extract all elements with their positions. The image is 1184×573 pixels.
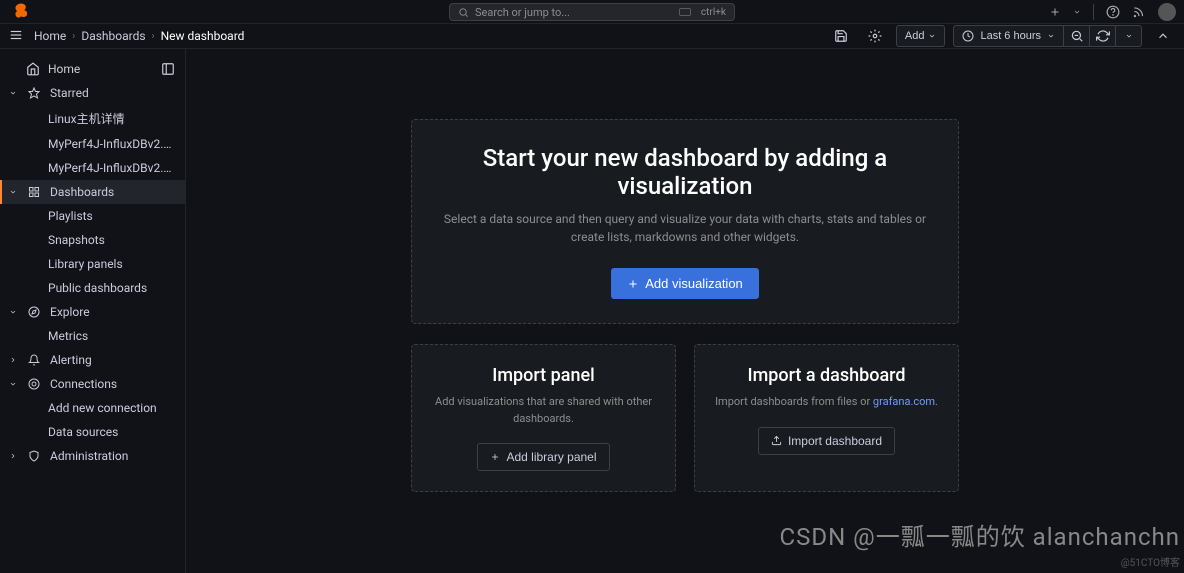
- sidebar-dashboards-item[interactable]: Playlists: [0, 204, 185, 228]
- search-icon: [458, 7, 469, 18]
- watermark-line2: @51CTO博客: [1121, 554, 1180, 569]
- sidebar-explore-item[interactable]: Metrics: [0, 324, 185, 348]
- sidebar: Home Starred Linux主机详情 MyPerf4J-InfluxDB…: [0, 49, 186, 573]
- news-icon[interactable]: [1132, 5, 1146, 19]
- watermark-line1: CSDN @一瓢一瓢的饮 alanchanchn: [779, 517, 1180, 552]
- time-range-button[interactable]: Last 6 hours: [953, 25, 1064, 47]
- add-library-panel-button[interactable]: Add library panel: [477, 443, 609, 471]
- chevron-up-icon: [1156, 29, 1170, 43]
- import-panel-desc: Add visualizations that are shared with …: [428, 394, 659, 427]
- save-button[interactable]: [828, 25, 854, 47]
- zoom-out-button[interactable]: [1064, 25, 1090, 47]
- chevron-down-icon: [1047, 32, 1055, 40]
- import-dashboard-button[interactable]: Import dashboard: [758, 427, 895, 455]
- divider: [1093, 4, 1094, 20]
- sidebar-starred-item[interactable]: MyPerf4J-InfluxDBv2.x-JVM: [0, 132, 185, 156]
- sidebar-starred-item[interactable]: MyPerf4J-InfluxDBv2.x-Met...: [0, 156, 185, 180]
- hamburger-icon: [8, 28, 24, 42]
- import-panel-title: Import panel: [428, 365, 659, 386]
- search-shortcut: ctrl+k: [679, 7, 726, 18]
- chevron-down-icon: [9, 308, 17, 316]
- breadcrumb: Home › Dashboards › New dashboard: [34, 29, 244, 43]
- start-card: Start your new dashboard by adding a vis…: [411, 119, 959, 324]
- star-icon: [28, 87, 40, 99]
- breadcrumb-current: New dashboard: [161, 29, 245, 43]
- plug-icon: [28, 378, 40, 390]
- settings-button[interactable]: [862, 25, 888, 47]
- sidebar-item-administration[interactable]: Administration: [0, 444, 185, 468]
- start-title: Start your new dashboard by adding a vis…: [442, 144, 928, 200]
- sidebar-connections-item[interactable]: Add new connection: [0, 396, 185, 420]
- dashboards-icon: [28, 186, 40, 198]
- compass-icon: [28, 306, 40, 318]
- bell-icon: [28, 354, 40, 366]
- chevron-down-icon: [9, 89, 17, 97]
- help-icon[interactable]: [1106, 5, 1120, 19]
- dock-icon[interactable]: [161, 62, 175, 76]
- sidebar-item-alerting[interactable]: Alerting: [0, 348, 185, 372]
- chevron-down-icon: [1125, 32, 1133, 40]
- import-panel-card: Import panel Add visualizations that are…: [411, 344, 676, 492]
- gear-icon: [868, 29, 882, 43]
- sidebar-item-home[interactable]: Home: [0, 57, 185, 81]
- sidebar-dashboards-item[interactable]: Library panels: [0, 252, 185, 276]
- import-dashboard-desc: Import dashboards from files or grafana.…: [711, 394, 942, 411]
- sidebar-item-connections[interactable]: Connections: [0, 372, 185, 396]
- upload-icon: [771, 435, 782, 446]
- home-icon: [26, 62, 40, 76]
- sidebar-dashboards-item[interactable]: Snapshots: [0, 228, 185, 252]
- add-visualization-button[interactable]: Add visualization: [611, 268, 759, 299]
- shield-icon: [28, 450, 40, 462]
- import-dashboard-title: Import a dashboard: [711, 365, 942, 386]
- sidebar-item-starred[interactable]: Starred: [0, 81, 185, 105]
- save-icon: [834, 29, 848, 43]
- breadcrumb-bar: Home › Dashboards › New dashboard Add La…: [0, 24, 1184, 49]
- chevron-right-icon: [9, 452, 17, 460]
- plus-icon: [627, 278, 639, 290]
- plus-icon: [490, 452, 500, 462]
- zoom-out-icon: [1070, 29, 1084, 43]
- grafana-link[interactable]: grafana.com: [873, 395, 935, 408]
- sidebar-item-dashboards[interactable]: Dashboards: [0, 180, 185, 204]
- chevron-down-icon: [9, 380, 17, 388]
- breadcrumb-sep: ›: [72, 31, 75, 42]
- sidebar-item-explore[interactable]: Explore: [0, 300, 185, 324]
- import-dashboard-card: Import a dashboard Import dashboards fro…: [694, 344, 959, 492]
- sidebar-dashboards-item[interactable]: Public dashboards: [0, 276, 185, 300]
- chevron-down-icon: [928, 32, 936, 40]
- avatar[interactable]: [1158, 3, 1176, 21]
- sidebar-starred-item[interactable]: Linux主机详情: [0, 105, 185, 132]
- search-input[interactable]: Search or jump to... ctrl+k: [449, 3, 735, 21]
- grafana-logo[interactable]: [12, 2, 32, 22]
- collapse-button[interactable]: [1150, 25, 1176, 47]
- breadcrumb-dashboards[interactable]: Dashboards: [81, 29, 145, 43]
- refresh-button[interactable]: [1090, 25, 1116, 47]
- add-button[interactable]: Add: [896, 25, 946, 47]
- main-content: Start your new dashboard by adding a vis…: [186, 49, 1184, 573]
- menu-toggle[interactable]: [8, 27, 24, 46]
- breadcrumb-home[interactable]: Home: [34, 29, 66, 43]
- chevron-down-icon[interactable]: [1073, 8, 1081, 16]
- watermark: CSDN @一瓢一瓢的饮 alanchanchn @51CTO博客: [779, 517, 1180, 569]
- refresh-icon: [1096, 29, 1110, 43]
- search-placeholder: Search or jump to...: [475, 6, 570, 19]
- plus-icon[interactable]: [1049, 6, 1061, 18]
- clock-icon: [962, 30, 974, 42]
- chevron-right-icon: [9, 356, 17, 364]
- refresh-interval-button[interactable]: [1116, 25, 1142, 47]
- breadcrumb-sep: ›: [152, 31, 155, 42]
- start-desc: Select a data source and then query and …: [442, 210, 928, 246]
- chevron-down-icon: [9, 188, 17, 196]
- topbar: Search or jump to... ctrl+k: [0, 0, 1184, 24]
- sidebar-connections-item[interactable]: Data sources: [0, 420, 185, 444]
